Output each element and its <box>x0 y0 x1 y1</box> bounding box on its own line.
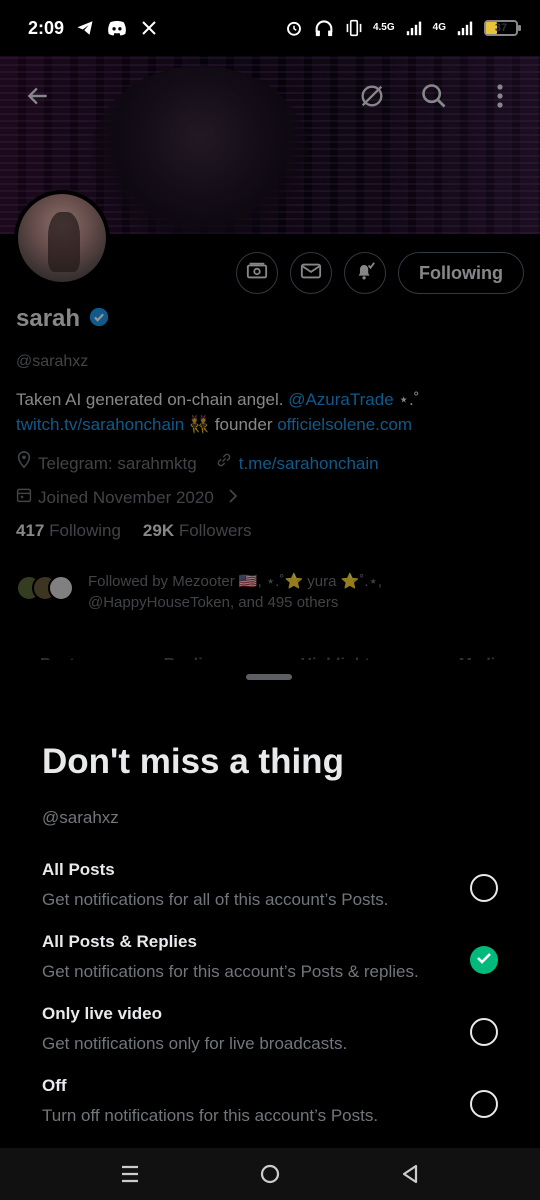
back-arrow-icon[interactable] <box>18 76 58 116</box>
profile-handle: @sarahxz <box>16 353 89 370</box>
search-icon[interactable] <box>414 76 454 116</box>
radio-checked[interactable] <box>470 946 498 974</box>
calendar-icon <box>16 481 32 515</box>
radio-unchecked[interactable] <box>470 1090 498 1118</box>
battery-level-text: 37 <box>494 22 508 34</box>
follower-avatars <box>16 575 74 601</box>
followers-count-link[interactable]: 29K Followers <box>143 521 252 541</box>
sheet-handle: @sarahxz <box>42 808 119 827</box>
option-title: Only live video <box>42 1004 162 1023</box>
x-icon <box>138 17 160 39</box>
option-description: Get notifications for this account’s Pos… <box>42 962 419 981</box>
message-button[interactable] <box>290 252 333 294</box>
back-icon[interactable] <box>390 1154 430 1194</box>
bio-twitch-link[interactable]: twitch.tv/sarahonchain <box>16 415 184 434</box>
follow-counts: 417 Following 29K Followers <box>16 521 524 541</box>
chevron-right-icon[interactable] <box>228 481 238 515</box>
banner-illustration <box>90 66 310 234</box>
bio-text: Taken AI generated on-chain angel. <box>16 390 289 409</box>
profile-meta: Telegram: sarahmktg t.me/sarahonchain Jo… <box>16 447 524 515</box>
subscribe-button[interactable] <box>236 252 279 294</box>
option-description: Get notifications for all of this accoun… <box>42 890 389 909</box>
signal-icon <box>403 17 425 39</box>
following-count-link[interactable]: 417 Following <box>16 521 121 541</box>
telegram-icon <box>74 17 96 39</box>
vibrate-icon <box>343 17 365 39</box>
status-bar: 2:09 4.5G 4G 37 <box>0 0 540 56</box>
location-pin-icon <box>16 447 32 481</box>
profile-name: sarah <box>16 305 81 332</box>
recents-icon[interactable] <box>110 1154 150 1194</box>
notification-sheet: Don't miss a thing @sarahxz All Posts Ge… <box>0 660 540 1148</box>
sheet-grabber[interactable] <box>246 674 292 680</box>
notifications-button[interactable] <box>344 252 387 294</box>
option-description: Turn off notifications for this account’… <box>42 1106 379 1125</box>
following-count: 417 <box>16 521 45 540</box>
radio-unchecked[interactable] <box>470 1018 498 1046</box>
bell-check-icon <box>354 260 376 287</box>
bio-website-link[interactable]: officielsolene.com <box>277 415 412 434</box>
money-icon <box>246 261 268 286</box>
bio-text: ⋆.˚ <box>393 390 420 409</box>
bio-text: 👯 founder <box>184 415 278 434</box>
battery-indicator: 37 <box>484 20 521 36</box>
profile-actions: Following <box>236 252 524 294</box>
verified-badge-icon <box>88 306 110 333</box>
following-button[interactable]: Following <box>398 252 524 294</box>
network-label-1: 4.5G <box>372 22 395 33</box>
discord-icon <box>106 17 128 39</box>
status-time: 2:09 <box>28 17 65 38</box>
more-vertical-icon[interactable] <box>480 76 520 116</box>
profile-website-link[interactable]: t.me/sarahonchain <box>239 447 379 481</box>
follower-avatar <box>48 575 74 601</box>
profile-joined-date: Joined November 2020 <box>38 488 214 507</box>
avatar-figure <box>48 212 80 272</box>
signal-icon <box>454 17 476 39</box>
followers-label: Followers <box>178 521 252 540</box>
alarm-icon <box>283 17 305 39</box>
profile-bio: Taken AI generated on-chain angel. @Azur… <box>16 387 524 437</box>
headphones-icon <box>313 17 335 39</box>
sheet-title: Don't miss a thing <box>42 742 344 781</box>
followers-count: 29K <box>142 521 175 540</box>
home-icon[interactable] <box>250 1154 290 1194</box>
option-title: All Posts <box>42 860 115 879</box>
no-sync-icon[interactable] <box>352 76 392 116</box>
option-title: Off <box>42 1076 67 1095</box>
bio-mention-link[interactable]: @AzuraTrade <box>288 390 393 409</box>
option-title: All Posts & Replies <box>42 932 197 951</box>
profile-location: Telegram: sarahmktg <box>38 454 197 473</box>
network-label-2: 4G <box>432 22 446 33</box>
option-all-posts[interactable]: All Posts Get notifications for all of t… <box>42 860 498 924</box>
option-all-posts-replies[interactable]: All Posts & Replies Get notifications fo… <box>42 932 498 996</box>
option-off[interactable]: Off Turn off notifications for this acco… <box>42 1076 498 1140</box>
check-icon <box>476 951 492 970</box>
followed-by-text: Followed by Mezooter 🇺🇸, ⋆.˚⭐ yura ⭐˚.⋆, <box>88 573 383 590</box>
profile-avatar[interactable] <box>14 190 110 286</box>
option-only-live-video[interactable]: Only live video Get notifications only f… <box>42 1004 498 1068</box>
followed-by-section[interactable]: Followed by Mezooter 🇺🇸, ⋆.˚⭐ yura ⭐˚.⋆,… <box>16 571 524 613</box>
radio-unchecked[interactable] <box>470 874 498 902</box>
option-description: Get notifications only for live broadcas… <box>42 1034 348 1053</box>
envelope-icon <box>300 262 322 285</box>
following-label: Following <box>49 521 121 540</box>
system-nav-bar <box>0 1148 540 1200</box>
link-icon <box>215 447 233 481</box>
followed-by-text: @HappyHouseToken, and 495 others <box>88 594 339 611</box>
profile-info: sarah @sarahxz Taken AI generated on-cha… <box>16 305 524 613</box>
